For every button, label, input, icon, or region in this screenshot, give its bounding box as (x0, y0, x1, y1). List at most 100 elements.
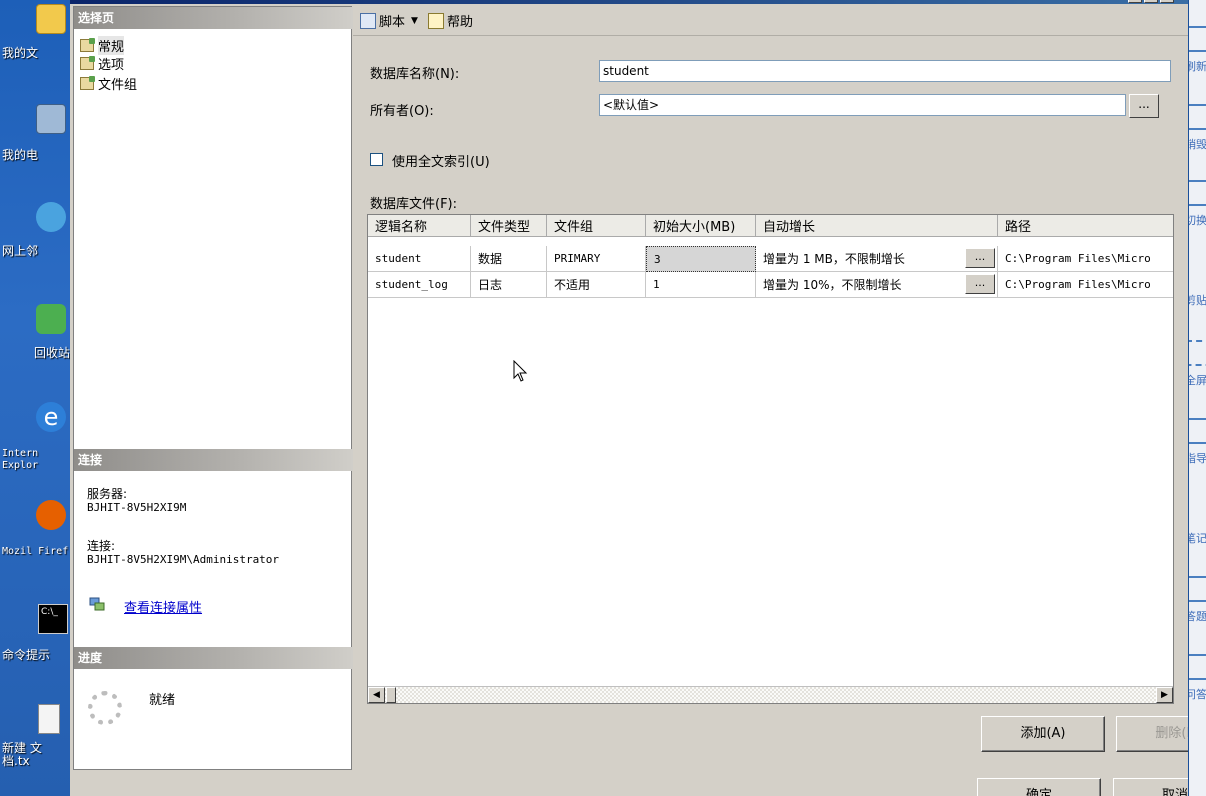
grid-header-row: 逻辑名称 文件类型 文件组 初始大小(MB) 自动增长 路径 (368, 215, 1173, 241)
add-button[interactable]: 添加(A) (981, 716, 1105, 752)
close-button[interactable] (1160, 0, 1174, 3)
script-button[interactable]: 脚本 ▼ (357, 10, 421, 31)
desktop-icon-recycle-bin[interactable]: 回收站 (0, 298, 70, 362)
sidebar-item-refresh[interactable]: 刷新 (1189, 26, 1206, 74)
database-files-grid: 逻辑名称 文件类型 文件组 初始大小(MB) 自动增长 路径 student 数… (367, 214, 1174, 704)
page-icon (80, 55, 95, 70)
file-type-cell[interactable]: 数据 (471, 246, 547, 272)
sidebar-item-destroy[interactable]: 销毁 (1189, 104, 1206, 152)
table-row[interactable]: student 数据 PRIMARY 3 增量为 1 MB，不限制增长 ... … (368, 246, 1173, 272)
horizontal-scrollbar[interactable]: ◀ ▶ (368, 686, 1173, 703)
desktop-icon-label: 新建 文 档.tx (2, 741, 42, 768)
minimize-button[interactable] (1128, 0, 1142, 3)
connection-properties-icon (89, 597, 105, 611)
network-icon (36, 202, 66, 232)
mouse-cursor-icon (513, 360, 528, 382)
sidebar-item-label: 笔记 (1189, 532, 1206, 545)
trash-icon (1189, 104, 1206, 130)
autogrowth-text: 增量为 10%，不限制增长 (763, 278, 902, 292)
autogrowth-browse-button[interactable]: ... (965, 248, 995, 268)
column-header[interactable]: 文件类型 (471, 215, 547, 237)
right-tool-sidebar: 刷新 销毁 切换 剪贴 全屏 指导 笔记 答题 问答 (1188, 0, 1206, 796)
my-documents-icon (36, 4, 66, 34)
logical-name-cell[interactable]: student (368, 246, 471, 272)
path-cell[interactable]: C:\Program Files\Micro (998, 272, 1173, 298)
guide-icon (1189, 418, 1206, 444)
desktop-icon-network[interactable]: 网上邻 (0, 198, 70, 262)
filegroup-cell[interactable]: PRIMARY (547, 246, 646, 272)
desktop-icon-label: 我的电 (2, 148, 39, 162)
server-value: BJHIT-8V5H2XI9M (87, 501, 187, 514)
page-item-label: 常规 (98, 35, 125, 55)
sidebar-item-guide[interactable]: 指导 (1189, 418, 1206, 466)
filegroup-cell[interactable]: 不适用 (547, 272, 646, 298)
sidebar-item-switch[interactable]: 切换 (1189, 180, 1206, 228)
refresh-icon (1189, 26, 1206, 52)
page-item-general[interactable]: 常规 (80, 35, 125, 55)
path-cell[interactable]: C:\Program Files\Micro (998, 246, 1173, 272)
column-header[interactable]: 路径 (998, 215, 1173, 237)
column-header[interactable]: 初始大小(MB) (646, 215, 756, 237)
progress-header: 进度 (74, 647, 353, 669)
owner-browse-button[interactable]: ... (1129, 94, 1159, 118)
view-connection-properties-link[interactable]: 查看连接属性 (124, 597, 202, 616)
dropdown-arrow-icon: ▼ (411, 15, 418, 26)
connection-label: 连接: (87, 539, 116, 553)
column-header[interactable]: 文件组 (547, 215, 646, 237)
desktop-icon-my-computer[interactable]: 我的电 (0, 100, 70, 164)
toolbar: 脚本 ▼ 帮助 (353, 6, 1188, 36)
scroll-thumb[interactable] (386, 687, 396, 703)
initial-size-cell[interactable]: 3 (646, 246, 756, 272)
scroll-left-arrow-icon[interactable]: ◀ (368, 687, 385, 703)
sidebar-item-qa[interactable]: 问答 (1189, 654, 1206, 702)
progress-spinner-icon (88, 691, 122, 725)
sidebar-item-notes[interactable]: 笔记 (1189, 498, 1206, 546)
desktop-icon-text-file[interactable]: 新建 文 档.tx (0, 700, 70, 780)
desktop-icon-label: 回收站 (34, 346, 70, 360)
autogrowth-browse-button[interactable]: ... (965, 274, 995, 294)
autogrowth-cell[interactable]: 增量为 1 MB，不限制增长 ... (756, 246, 998, 272)
ie-icon: e (36, 402, 66, 432)
server-label: 服务器: (87, 487, 128, 501)
fullscreen-icon (1189, 340, 1206, 366)
select-page-header: 选择页 (74, 7, 353, 29)
ok-button[interactable]: 确定 (977, 778, 1101, 796)
column-header[interactable]: 逻辑名称 (368, 215, 471, 237)
sidebar-item-fullscreen[interactable]: 全屏 (1189, 340, 1206, 388)
dialog-titlebar (70, 0, 1188, 4)
help-button[interactable]: 帮助 (425, 10, 476, 31)
sidebar-item-label: 全屏 (1189, 374, 1206, 387)
desktop-icon-ie[interactable]: e Intern Explor (0, 398, 70, 478)
page-item-filegroups[interactable]: 文件组 (80, 75, 138, 93)
desktop-icon-my-documents[interactable]: 我的文 (0, 2, 70, 66)
sidebar-item-label: 问答 (1189, 688, 1206, 701)
sidebar-item-label: 指导 (1189, 452, 1206, 465)
script-label: 脚本 (379, 15, 406, 30)
help-icon (427, 12, 444, 29)
page-icon (80, 37, 95, 52)
sidebar-item-clip[interactable]: 剪贴 (1189, 260, 1206, 308)
file-type-cell[interactable]: 日志 (471, 272, 547, 298)
column-header[interactable]: 自动增长 (756, 215, 998, 237)
logical-name-cell[interactable]: student_log (368, 272, 471, 298)
desktop-icon-label: 网上邻 (2, 244, 39, 258)
owner-input[interactable]: <默认值> (599, 94, 1126, 116)
page-item-label: 文件组 (98, 77, 138, 93)
table-row[interactable]: student_log 日志 不适用 1 增量为 10%，不限制增长 ... C… (368, 272, 1173, 298)
fulltext-index-checkbox[interactable] (370, 153, 383, 166)
answer-icon (1189, 576, 1206, 602)
initial-size-cell[interactable]: 1 (646, 272, 756, 298)
desktop-icon-firefox[interactable]: Mozil Firef (0, 496, 70, 576)
sidebar-item-answer[interactable]: 答题 (1189, 576, 1206, 624)
scroll-right-arrow-icon[interactable]: ▶ (1156, 687, 1173, 703)
sidebar-item-label: 答题 (1189, 610, 1206, 623)
autogrowth-cell[interactable]: 增量为 10%，不限制增长 ... (756, 272, 998, 298)
desktop-icons-strip: 我的文 我的电 网上邻 回收站 e Intern Explor Mozil Fi… (0, 0, 70, 796)
desktop-icon-label: 命令提示 (2, 648, 51, 662)
page-item-options[interactable]: 选项 (80, 55, 124, 73)
db-name-input[interactable]: student (599, 60, 1171, 82)
maximize-button[interactable] (1144, 0, 1158, 3)
desktop-icon-cmd[interactable]: C:\_ 命令提示 (0, 600, 70, 664)
switch-icon (1189, 180, 1206, 206)
desktop-icon-label: Intern Explor (2, 448, 39, 471)
